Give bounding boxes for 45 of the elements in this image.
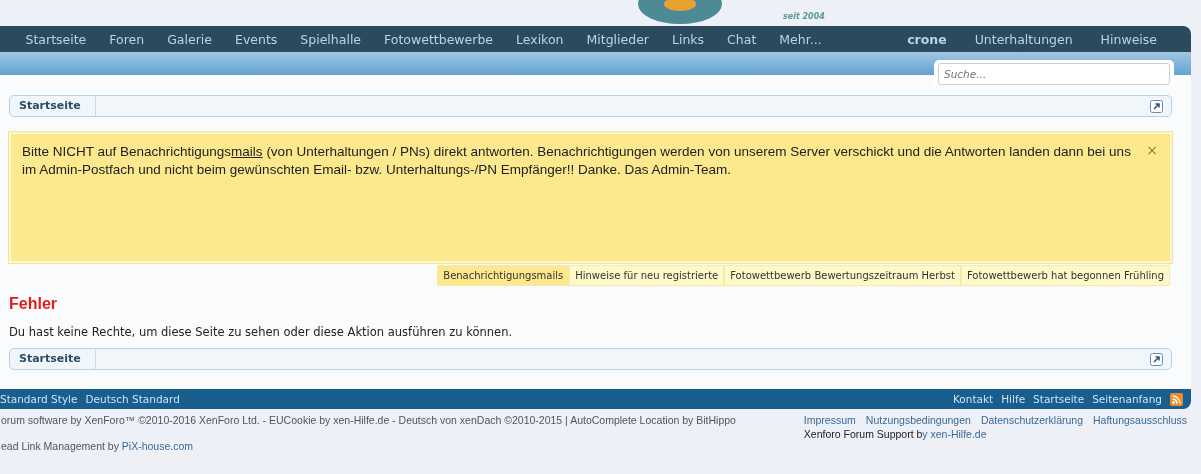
nav-tab[interactable]: Foren (97, 31, 156, 47)
nav-tab[interactable]: Fotowettbewerbe (372, 31, 505, 47)
footer-link[interactable]: Kontakt (953, 393, 994, 405)
copyright-text: orum software by XenForo™ ©2010-2016 XenForo Ltd. - EUCookie by xen-Hilfe.de - Deutsch von xenDach ©2010-2015 | AutoComplete Location by BitHippo (0, 414, 736, 426)
footer-link[interactable]: Standard Style (0, 393, 78, 405)
notice-tab[interactable]: Benachrichtigungsmails (437, 265, 570, 286)
notice-text: Bitte NICHT auf Benachrichtigungsmails (von Unterhaltungen / PNs) direkt antworten. Benachrichtigungen werden von unserem Server verschickt und die Antworten landen dann bei uns im Admin-Postfach und nicht beim gewünschten Email- bzw. Unterhaltungs-/PN Empfänger!! Danke. Das Admin-Team. (22, 143, 1132, 179)
nav-tab[interactable]: Galerie (155, 31, 224, 47)
nav-tab[interactable]: Chat (715, 31, 768, 47)
nav-tab[interactable]: Startseite (14, 31, 98, 47)
footer-link[interactable]: Hilfe (1001, 393, 1026, 405)
search-field[interactable]: Suche... (938, 63, 1170, 85)
legal-link[interactable]: Nutzungsbedingungen (865, 414, 971, 426)
user-menu-link[interactable]: crone (893, 31, 961, 47)
jump-icon[interactable] (1150, 352, 1163, 366)
rss-icon[interactable] (1170, 392, 1183, 406)
nav-tab[interactable]: Links (660, 31, 716, 47)
support-text: Xenforo Forum Support by xen-Hilfe.de (803, 428, 988, 440)
close-button[interactable]: × (1146, 142, 1158, 158)
nav-tab[interactable]: Mitglieder (575, 31, 661, 47)
credit-link[interactable]: PiX-house.com (121, 440, 194, 452)
support-link[interactable]: y xen-Hilfe.de (922, 428, 987, 440)
error-message: Du hast keine Rechte, um diese Seite zu sehen oder diese Aktion ausführen zu können. (9, 325, 514, 339)
footer-link[interactable]: Startseite (1033, 393, 1085, 405)
notice-link[interactable]: mails (231, 144, 263, 159)
nav-tab[interactable]: Spielhalle (288, 31, 373, 47)
nav-tab[interactable]: Unterhaltungen (960, 31, 1087, 47)
notice-tab[interactable]: Fotowettbewerb Bewertungszeitraum Herbst (724, 265, 961, 286)
jump-icon[interactable] (1150, 99, 1163, 113)
legal-link[interactable]: Datenschutzerklärung (980, 414, 1084, 426)
notice-tab[interactable]: Hinweise für neu registrierte (569, 265, 725, 286)
credit-text: ead Link Management by PiX-house.com (0, 440, 195, 452)
nav-tab[interactable]: Lexikon (504, 31, 575, 47)
notice-tab[interactable]: Fotowettbewerb hat begonnen Frühling (960, 265, 1170, 286)
nav-tab[interactable]: Events (223, 31, 289, 47)
legal-link[interactable]: Impressum (803, 414, 856, 426)
legal-link[interactable]: Haftungsausschluss (1093, 414, 1187, 426)
breadcrumb-link[interactable]: Startseite (10, 349, 96, 369)
breadcrumb-link[interactable]: Startseite (10, 96, 96, 116)
footer-link[interactable]: Deutsch Standard (85, 393, 180, 405)
error-title: Fehler (9, 295, 58, 313)
nav-tab[interactable]: Hinweise (1086, 31, 1171, 47)
nav-tab[interactable]: Mehr... (767, 31, 834, 47)
logo-tagline: seit 2004 (783, 12, 825, 21)
footer-link[interactable]: Seitenanfang (1092, 393, 1162, 405)
